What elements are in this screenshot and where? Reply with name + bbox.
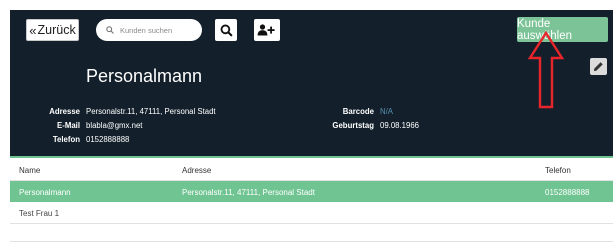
barcode-label: Barcode: [342, 107, 374, 116]
cell-name: Personalmann: [19, 188, 71, 197]
cell-phone: 0152888888: [545, 188, 590, 197]
email-label: E-Mail: [57, 121, 80, 130]
customer-name: Personalmann: [86, 66, 203, 86]
table-header: Name Adresse Telefon: [10, 159, 613, 181]
search-button[interactable]: [215, 19, 237, 41]
phone-value: 0152888888: [86, 135, 130, 144]
pencil-icon: [593, 62, 603, 72]
add-user-button[interactable]: [254, 19, 280, 41]
birthday-value: 09.08.1966: [380, 121, 420, 130]
phone-label: Telefon: [52, 135, 80, 144]
divider: [10, 241, 613, 242]
email-value: blabla@gmx.net: [86, 121, 143, 130]
annotation-arrow-icon: [528, 30, 564, 109]
search-icon: [220, 24, 233, 37]
column-header-phone: Telefon: [545, 166, 571, 175]
column-header-address: Adresse: [182, 166, 212, 175]
edit-button[interactable]: [590, 58, 607, 75]
search-icon: [106, 26, 114, 34]
address-label: Adresse: [49, 107, 80, 116]
birthday-label: Geburtstag: [332, 121, 374, 130]
customer-panel: « Zurück Kunden suchen Kunde auswählen P…: [10, 10, 613, 244]
barcode-value: N/A: [380, 107, 393, 116]
customer-header: « Zurück Kunden suchen Kunde auswählen P…: [10, 10, 613, 158]
search-input[interactable]: Kunden suchen: [96, 19, 202, 41]
table-row[interactable]: Personalmann Personalstr.11, 47111, Pers…: [10, 181, 613, 202]
cell-name: Test Frau 1: [19, 209, 60, 218]
double-chevron-left-icon: «: [29, 22, 37, 38]
cell-address: Personalstr.11, 47111, Personal Stadt: [182, 188, 315, 197]
column-header-name: Name: [19, 166, 41, 175]
search-placeholder: Kunden suchen: [120, 25, 173, 35]
address-value: Personalstr.11, 47111, Personal Stadt: [86, 107, 216, 116]
add-user-icon: [257, 24, 275, 36]
table-row[interactable]: Test Frau 1: [10, 202, 613, 224]
back-button-label: Zurück: [37, 23, 76, 37]
back-button[interactable]: « Zurück: [26, 19, 79, 41]
